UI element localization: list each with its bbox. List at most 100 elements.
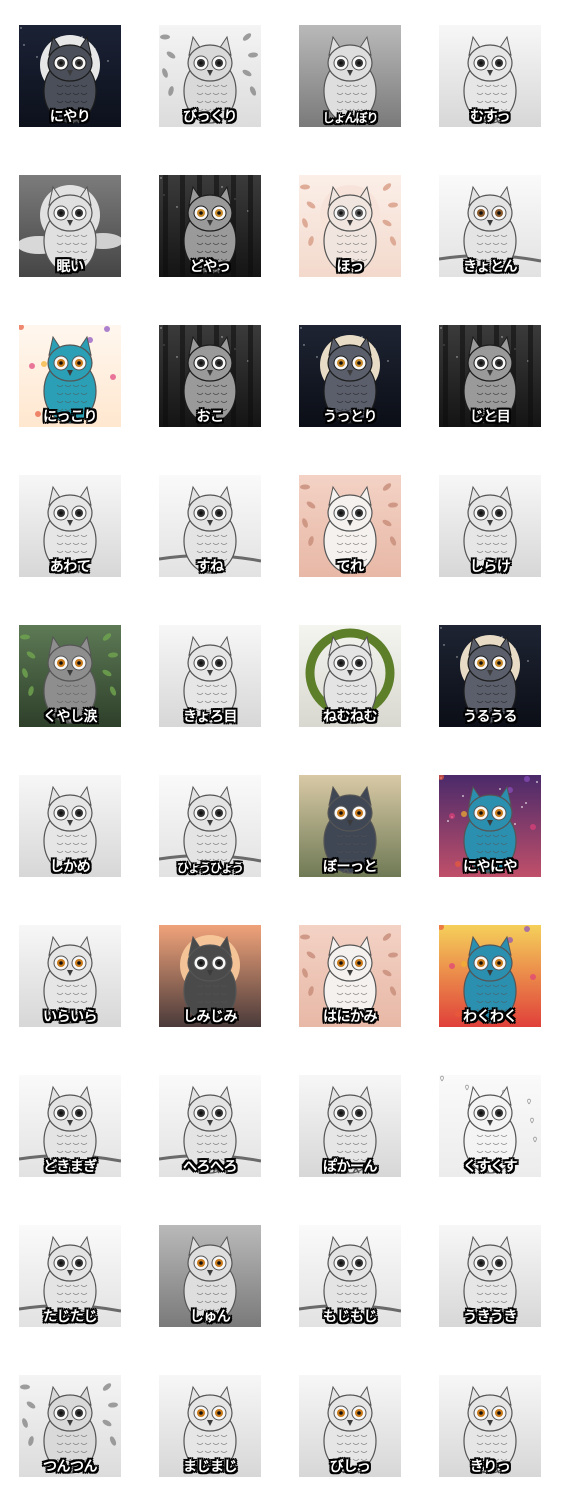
leaf-icon	[160, 34, 170, 40]
sticker-caption: 眠い	[56, 259, 85, 275]
sticker-tile[interactable]: てれ	[299, 475, 401, 577]
sticker-caption: つんつん	[43, 1459, 98, 1475]
flower-icon	[29, 363, 35, 369]
sticker-caption: にやり	[49, 109, 91, 125]
sticker-caption: しみじみ	[183, 1009, 238, 1025]
sticker-caption: にやにや	[463, 859, 518, 875]
sticker-tile[interactable]: もじもじ	[299, 1225, 401, 1327]
sticker-caption: しらけ	[469, 559, 511, 575]
star-icon	[499, 788, 501, 790]
sticker-caption: くすくす	[463, 1159, 518, 1175]
star-icon	[514, 823, 516, 825]
sticker-tile[interactable]: どきまぎ	[19, 1075, 121, 1177]
sticker-tile[interactable]: くすくす	[439, 1075, 541, 1177]
sticker-tile[interactable]: いらいら	[19, 925, 121, 1027]
sticker-caption: へろへろ	[183, 1159, 238, 1175]
star-icon	[521, 806, 523, 808]
sticker-caption: うきうき	[463, 1309, 517, 1325]
star-icon	[443, 644, 445, 646]
sticker-tile[interactable]: うきうき	[439, 1225, 541, 1327]
sticker-caption: あわて	[49, 559, 91, 575]
sticker-tile[interactable]: あわて	[19, 475, 121, 577]
sticker-tile[interactable]: つんつん	[19, 1375, 121, 1477]
sticker-caption: きりっ	[469, 1459, 511, 1475]
sticker-tile[interactable]: おこ	[159, 325, 261, 427]
sticker-caption: ねむねむ	[323, 709, 378, 725]
sticker-caption: にっこり	[43, 409, 98, 425]
sticker-tile[interactable]: たじたじ	[19, 1225, 121, 1327]
sticker-caption: しゅん	[189, 1309, 231, 1325]
sticker-caption: ぽかーん	[323, 1159, 378, 1175]
sticker-tile[interactable]: にっこり	[19, 325, 121, 427]
sticker-tile[interactable]: へろへろ	[159, 1075, 261, 1177]
sticker-tile[interactable]: びっくり	[159, 25, 261, 127]
sticker-caption: しょんぼり	[322, 111, 378, 125]
sticker-tile[interactable]: ひょうひょう	[159, 775, 261, 877]
flower-icon	[530, 974, 536, 980]
sticker-tile[interactable]: しらけ	[439, 475, 541, 577]
flower-icon	[449, 813, 455, 819]
sticker-tile[interactable]: ぼーっと	[299, 775, 401, 877]
sticker-tile[interactable]: 眠い	[19, 175, 121, 277]
leaf-icon	[20, 634, 30, 640]
star-icon	[160, 177, 162, 179]
sticker-tile[interactable]: じと目	[439, 325, 541, 427]
sticker-caption: まじまじ	[183, 1459, 238, 1475]
sticker-tile[interactable]: うっとり	[299, 325, 401, 427]
sticker-caption: じと目	[469, 409, 511, 425]
star-icon	[440, 627, 442, 629]
sticker-tile[interactable]: ほっ	[299, 175, 401, 277]
sticker-tile[interactable]: きょろ目	[159, 625, 261, 727]
sticker-tile[interactable]: くやし涙	[19, 625, 121, 727]
flower-icon	[104, 326, 110, 332]
sticker-tile[interactable]: にやり	[19, 25, 121, 127]
star-icon	[221, 336, 223, 338]
star-icon	[440, 327, 442, 329]
star-icon	[447, 820, 449, 822]
star-icon	[20, 27, 22, 29]
sticker-tile[interactable]: しかめ	[19, 775, 121, 877]
sticker-caption: どやっ	[189, 259, 231, 275]
star-icon	[456, 656, 458, 658]
sticker-tile[interactable]: うるうる	[439, 625, 541, 727]
sticker-tile[interactable]: ねむねむ	[299, 625, 401, 727]
sticker-tile[interactable]: しょんぼり	[299, 25, 401, 127]
sticker-tile[interactable]: ぽかーん	[299, 1075, 401, 1177]
flower-icon	[530, 824, 536, 830]
sticker-tile[interactable]: むすっ	[439, 25, 541, 127]
star-icon	[160, 327, 162, 329]
leaf-icon	[300, 484, 310, 490]
sticker-caption: びっくり	[183, 109, 238, 125]
sticker-caption: おこ	[196, 409, 225, 425]
sticker-caption: はにかみ	[323, 1009, 378, 1025]
sticker-tile[interactable]: わくわく	[439, 925, 541, 1027]
star-icon	[176, 356, 178, 358]
sticker-tile[interactable]: きりっ	[439, 1375, 541, 1477]
sticker-caption: わくわく	[463, 1009, 518, 1025]
star-icon	[36, 56, 38, 58]
sticker-tile[interactable]: きょとん	[439, 175, 541, 277]
star-icon	[462, 795, 464, 797]
sticker-caption: うるうる	[463, 709, 518, 725]
sticker-tile[interactable]: まじまじ	[159, 1375, 261, 1477]
flower-icon	[524, 926, 530, 932]
sticker-caption: ぼーっと	[323, 859, 378, 875]
flower-icon	[461, 811, 467, 817]
sticker-tile[interactable]: しみじみ	[159, 925, 261, 1027]
sticker-caption: てれ	[336, 559, 365, 575]
star-icon	[316, 356, 318, 358]
sticker-tile[interactable]: どやっ	[159, 175, 261, 277]
sticker-tile[interactable]: しゅん	[159, 1225, 261, 1327]
star-icon	[525, 802, 527, 804]
sticker-tile[interactable]: すね	[159, 475, 261, 577]
star-icon	[387, 360, 389, 362]
star-icon	[176, 206, 178, 208]
sticker-caption: いらいら	[43, 1009, 98, 1025]
sticker-caption: すね	[196, 559, 225, 575]
sticker-caption: もじもじ	[323, 1309, 378, 1325]
star-icon	[303, 344, 305, 346]
flower-icon	[110, 374, 116, 380]
sticker-tile[interactable]: びしっ	[299, 1375, 401, 1477]
sticker-tile[interactable]: にやにや	[439, 775, 541, 877]
sticker-tile[interactable]: はにかみ	[299, 925, 401, 1027]
